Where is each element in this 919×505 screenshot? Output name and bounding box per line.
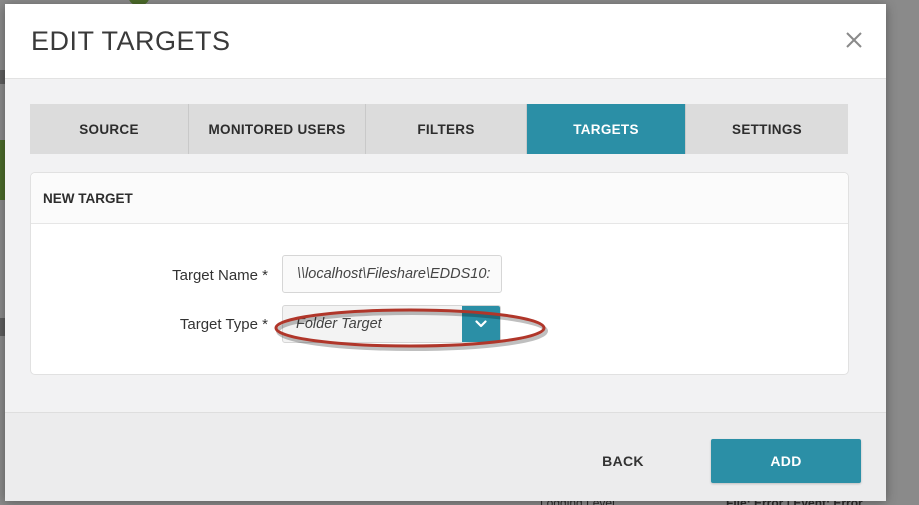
dialog-title: EDIT TARGETS (31, 26, 231, 56)
tab-bar: SOURCE MONITORED USERS FILTERS TARGETS S… (30, 104, 848, 154)
tab-settings[interactable]: SETTINGS (686, 104, 848, 154)
target-name-label: Target Name * (172, 267, 268, 284)
back-button[interactable]: BACK (583, 439, 663, 483)
dropdown-toggle[interactable] (462, 306, 500, 342)
target-type-row: Target Type * Folder Target (31, 304, 848, 344)
target-type-label: Target Type * (179, 316, 268, 333)
tab-filters[interactable]: FILTERS (366, 104, 527, 154)
tab-targets[interactable]: TARGETS (527, 104, 686, 154)
card-title: NEW TARGET (31, 173, 848, 224)
tab-source[interactable]: SOURCE (30, 104, 189, 154)
dialog-footer: BACK ADD (5, 412, 886, 501)
edit-targets-dialog: EDIT TARGETS SOURCE MONITORED USERS FILT… (5, 4, 886, 501)
tab-monitored-users[interactable]: MONITORED USERS (189, 104, 366, 154)
target-type-selected-value: Folder Target (296, 316, 382, 332)
chevron-down-icon (475, 320, 487, 328)
new-target-card: NEW TARGET Target Name * Target Type * F… (30, 172, 849, 375)
dialog-header: EDIT TARGETS (5, 4, 886, 79)
target-name-input[interactable] (282, 255, 502, 293)
target-type-select[interactable]: Folder Target (282, 305, 501, 343)
target-name-row: Target Name * (31, 255, 848, 295)
add-button[interactable]: ADD (711, 439, 861, 483)
close-icon[interactable] (844, 30, 864, 50)
